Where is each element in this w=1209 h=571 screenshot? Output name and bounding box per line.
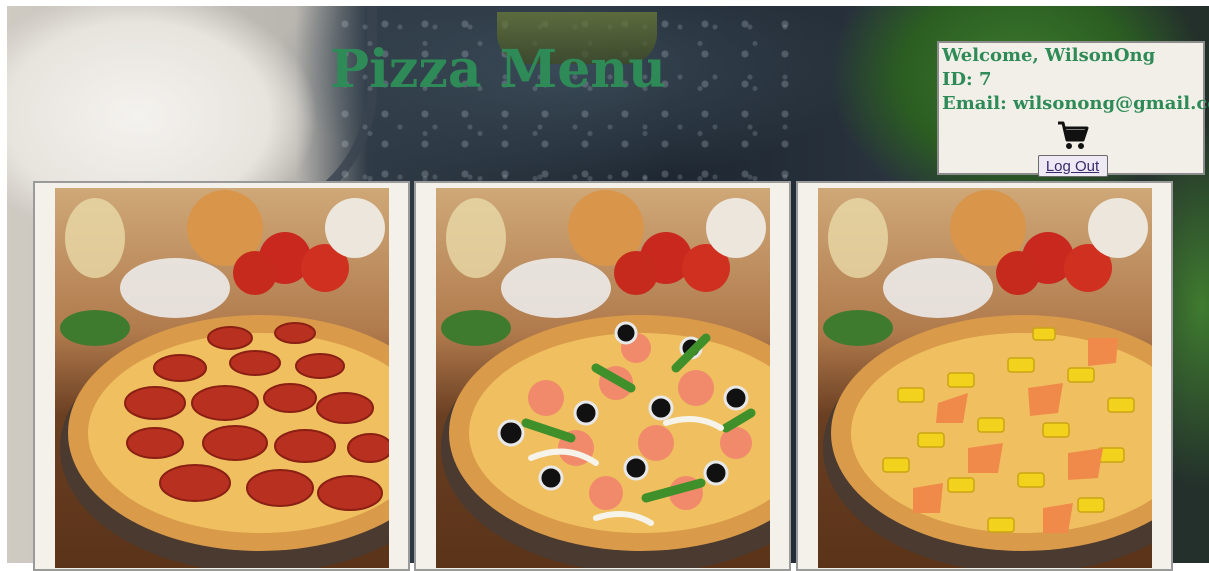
pizza-card[interactable]	[414, 181, 791, 571]
user-email: Email: wilsonong@gmail.com	[942, 93, 1209, 114]
user-id: ID: 7	[942, 69, 992, 90]
pizza-image-hawaiian[interactable]	[818, 188, 1152, 568]
pizza-image-pepperoni[interactable]	[55, 188, 389, 568]
shopping-cart-icon[interactable]	[1056, 118, 1090, 152]
user-info-panel: Welcome, WilsonOng ID: 7 Email: wilsonon…	[937, 41, 1209, 177]
pizza-card[interactable]	[796, 181, 1173, 571]
pizza-image-supreme[interactable]	[436, 188, 770, 568]
logout-button[interactable]: Log Out	[1037, 155, 1108, 177]
pizza-card[interactable]	[33, 181, 410, 571]
welcome-text: Welcome, WilsonOng	[942, 45, 1156, 66]
page-title: Pizza Menu	[330, 39, 666, 100]
